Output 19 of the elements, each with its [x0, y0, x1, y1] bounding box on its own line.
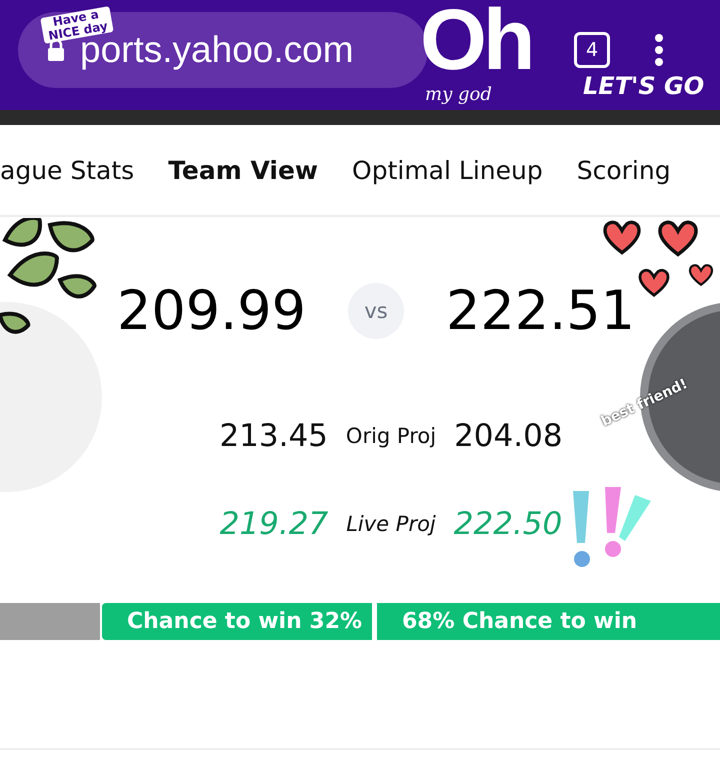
vs-badge: vs — [348, 282, 404, 338]
more-menu-icon[interactable] — [654, 33, 664, 67]
tab[interactable]: ague Stats — [0, 156, 134, 184]
sticker-text: LET'S GO — [583, 72, 704, 100]
home-score: 209.99 — [117, 279, 306, 342]
sticker-text: my god — [425, 84, 492, 105]
live-proj-away: 222.50 — [454, 506, 562, 542]
tab[interactable]: Team View — [168, 156, 318, 184]
tab[interactable]: Optimal Lineup — [352, 156, 543, 184]
tab[interactable]: Scoring — [576, 156, 671, 184]
orig-proj-home: 213.45 — [219, 418, 328, 454]
win-chance-bar: 68% Chance to win — [377, 603, 720, 640]
away-score: 222.51 — [446, 279, 635, 342]
tab-count-button[interactable]: 4 — [574, 32, 610, 68]
win-chance-bar: Chance to win 32% — [102, 603, 372, 640]
orig-proj-away: 204.08 — [454, 418, 563, 454]
live-proj-home: 219.27 — [220, 506, 328, 542]
live-proj-label: Live Proj — [346, 512, 436, 536]
orig-proj-label: Orig Proj — [346, 424, 436, 448]
